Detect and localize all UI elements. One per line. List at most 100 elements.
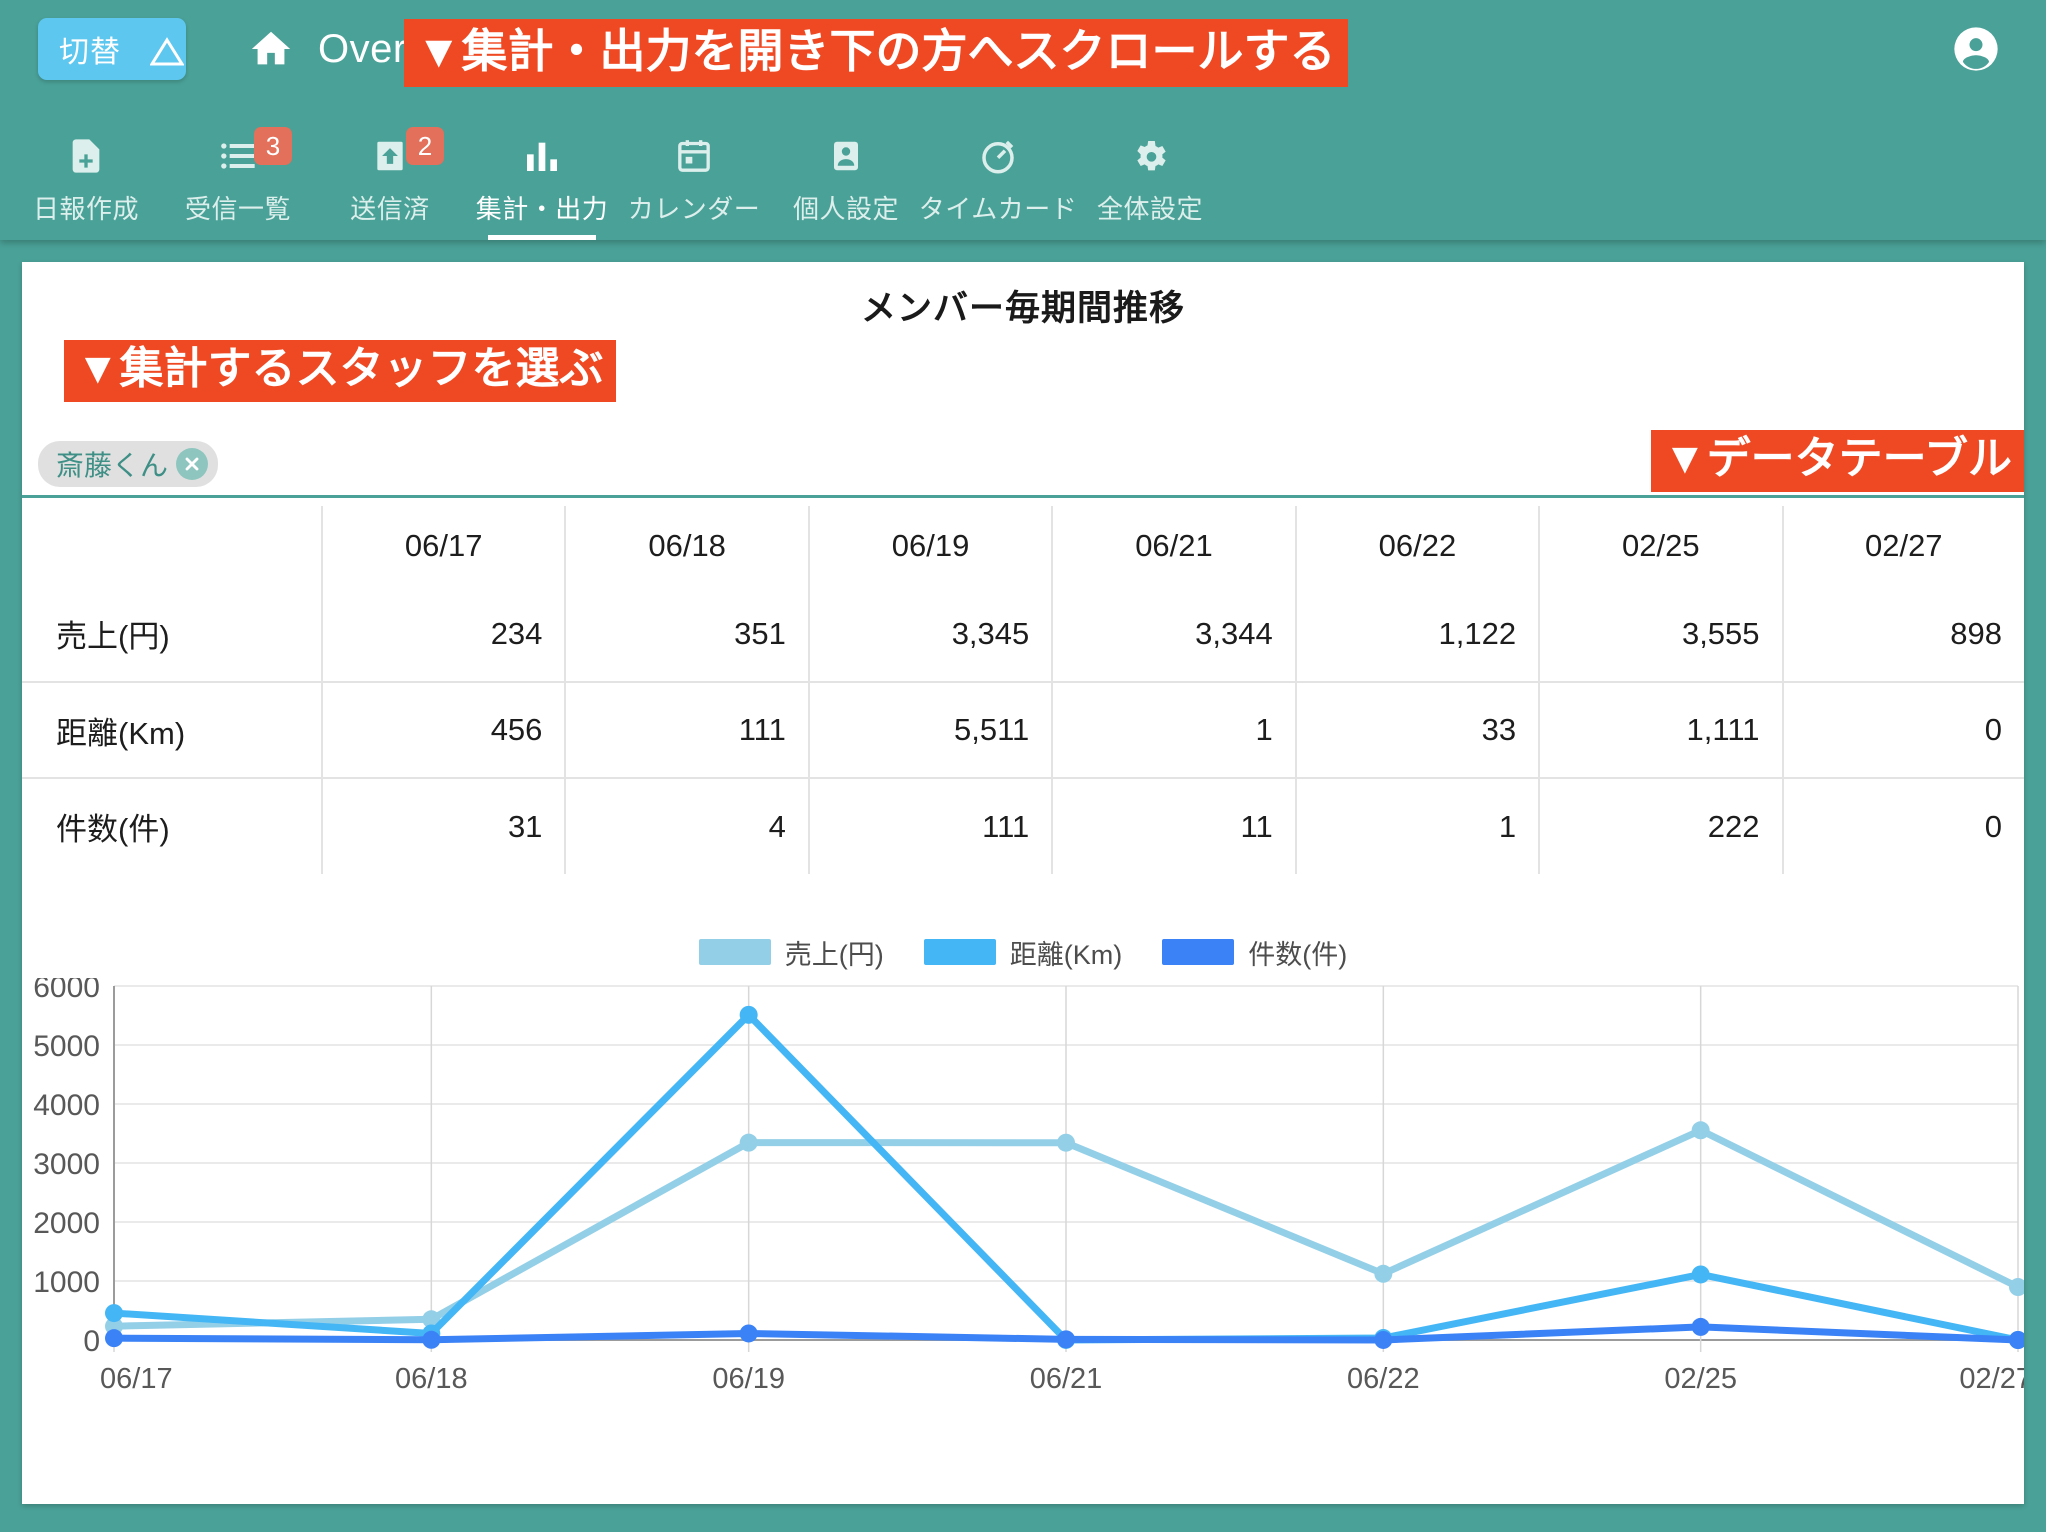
table-cell: 234 xyxy=(320,586,566,683)
table-row-label: 距離(Km) xyxy=(22,682,322,779)
chart-data-point[interactable] xyxy=(105,1304,123,1323)
nav-item-jushin-ichiran[interactable]: 3 受信一覧 xyxy=(162,127,314,240)
chart-data-point[interactable] xyxy=(1374,1330,1393,1349)
nav-badge-count: 3 xyxy=(254,127,292,165)
chart-data-point[interactable] xyxy=(1057,1133,1075,1152)
page-title: メンバー毎期間推移 xyxy=(860,289,1185,328)
legend-swatch xyxy=(923,939,996,965)
close-circle-icon[interactable] xyxy=(176,448,209,480)
legend-label: 件数(件) xyxy=(1248,939,1348,970)
legend-swatch xyxy=(698,939,771,965)
note-add-icon xyxy=(66,133,106,179)
chart-data-point[interactable] xyxy=(422,1330,441,1349)
triangle-up-icon xyxy=(135,36,184,65)
chart-data-point[interactable] xyxy=(1691,1265,1710,1284)
legend-item-sales[interactable]: 売上(円) xyxy=(698,933,884,972)
nav-label: 日報作成 xyxy=(32,194,139,224)
nav-item-zentai-settei[interactable]: 全体設定 xyxy=(1074,133,1226,240)
table-cell: 456 xyxy=(320,682,566,779)
x-axis-tick-label: 06/18 xyxy=(395,1363,468,1394)
chart-plot-area: 0 1000 2000 3000 4000 5000 6000 06/17 06/18 06/19… xyxy=(22,978,2024,1394)
legend-item-count[interactable]: 件数(件) xyxy=(1162,933,1347,972)
table-col-header: 06/21 xyxy=(1051,506,1296,586)
table-cell: 11 xyxy=(1051,778,1296,874)
y-axis-tick-label: 1000 xyxy=(33,1266,100,1299)
table-header-row: 06/17 06/18 06/19 06/21 06/22 02/25 02/2… xyxy=(22,506,2024,586)
nav-item-timecard[interactable]: タイムカード xyxy=(918,133,1078,240)
account-circle-icon[interactable] xyxy=(1950,23,2002,75)
table-row: 距離(Km) 456 111 5,511 1 33 1,111 0 xyxy=(22,682,2024,779)
legend-swatch xyxy=(1162,939,1235,965)
main-nav: 日報作成 3 受信一覧 2 送信済 集計・出力 カレンダー 個人設定 タイムカー… xyxy=(0,98,2046,240)
table-cell: 3,555 xyxy=(1538,586,1783,683)
x-axis-tick-label: 06/22 xyxy=(1347,1363,1420,1394)
staff-chip[interactable]: 斎藤くん xyxy=(38,441,219,487)
calendar-icon xyxy=(674,133,714,179)
table-cell: 1 xyxy=(1294,778,1540,874)
list-icon xyxy=(217,133,259,179)
trend-chart: 売上(円) 距離(Km) 件数(件) 0 1000 2000 3000 4000 5000… xyxy=(22,926,2024,1396)
table-cell: 31 xyxy=(320,778,566,874)
nav-item-nippou-sakusei[interactable]: 日報作成 xyxy=(10,133,162,240)
nav-item-calendar[interactable]: カレンダー xyxy=(618,133,770,240)
app-header: 切替 Overflow ▼集計・出力を開き下の方へスクロールする 日報作成 3 … xyxy=(0,0,2046,240)
chart-data-point[interactable] xyxy=(1691,1317,1710,1336)
chart-data-point[interactable] xyxy=(1374,1264,1393,1283)
toggle-button[interactable]: 切替 xyxy=(38,18,186,80)
table-cell: 1 xyxy=(1051,682,1296,779)
nav-label: 個人設定 xyxy=(792,194,899,224)
chart-data-point[interactable] xyxy=(739,1324,758,1343)
legend-item-distance[interactable]: 距離(Km) xyxy=(923,933,1122,972)
bar-chart-icon xyxy=(522,133,562,179)
table-cell: 1,111 xyxy=(1538,682,1783,779)
table-cell: 4 xyxy=(564,778,809,874)
table-body: 売上(円) 234 351 3,345 3,344 1,122 3,555 89… xyxy=(22,586,2024,874)
callout-scroll-instruction: ▼集計・出力を開き下の方へスクロールする xyxy=(404,19,1348,87)
table-cell: 0 xyxy=(1781,778,2024,874)
upload-icon xyxy=(371,133,409,179)
staff-chip-label: 斎藤くん xyxy=(56,450,169,481)
table-col-header: 06/19 xyxy=(807,506,1053,586)
table-row: 売上(円) 234 351 3,345 3,344 1,122 3,555 89… xyxy=(22,586,2024,683)
y-axis-tick-label: 4000 xyxy=(33,1089,100,1122)
table-cell: 3,345 xyxy=(807,586,1053,683)
x-axis-tick-label: 06/17 xyxy=(100,1363,173,1394)
chart-data-point[interactable] xyxy=(1057,1330,1075,1349)
legend-label: 売上(円) xyxy=(784,939,884,970)
data-table-wrapper: 06/17 06/18 06/19 06/21 06/22 02/25 02/2… xyxy=(22,506,2024,874)
table-col-header: 06/18 xyxy=(564,506,809,586)
chart-data-point[interactable] xyxy=(105,1329,123,1348)
header-top-bar: 切替 Overflow ▼集計・出力を開き下の方へスクロールする xyxy=(0,0,2046,98)
y-axis-tick-label: 5000 xyxy=(33,1030,100,1063)
chart-data-point[interactable] xyxy=(739,1133,758,1152)
x-axis-tick-label: 06/21 xyxy=(1030,1363,1103,1394)
table-row-label: 件数(件) xyxy=(56,812,170,847)
y-axis-tick-label: 3000 xyxy=(33,1148,100,1181)
person-icon xyxy=(828,133,864,179)
nav-label: 集計・出力 xyxy=(475,194,609,224)
nav-item-shukei-shutsuryoku[interactable]: 集計・出力 xyxy=(466,133,618,240)
home-icon[interactable] xyxy=(248,26,294,72)
nav-label: タイムカード xyxy=(918,194,1078,224)
table-corner-cell xyxy=(22,506,322,586)
nav-badge-count: 2 xyxy=(406,127,444,165)
callout-data-table: ▼データテーブル xyxy=(1651,430,2024,492)
data-table: 06/17 06/18 06/19 06/21 06/22 02/25 02/2… xyxy=(22,506,2024,874)
table-cell: 0 xyxy=(1781,682,2024,779)
x-axis-tick-label: 06/19 xyxy=(712,1363,785,1394)
line-chart-svg: 0 1000 2000 3000 4000 5000 6000 06/17 06/18 06/19… xyxy=(33,978,2024,1394)
table-col-header: 02/27 xyxy=(1781,506,2024,586)
table-cell: 111 xyxy=(807,778,1053,874)
chart-data-point[interactable] xyxy=(739,1005,758,1024)
nav-item-kojin-settei[interactable]: 個人設定 xyxy=(770,133,922,240)
timer-icon xyxy=(977,133,1019,179)
chart-data-point[interactable] xyxy=(2009,1331,2024,1349)
nav-label: 受信一覧 xyxy=(184,194,291,224)
nav-item-soushinzumi[interactable]: 2 送信済 xyxy=(314,127,466,240)
y-axis-tick-label: 0 xyxy=(83,1325,100,1358)
gear-icon xyxy=(1130,133,1170,179)
chart-data-point[interactable] xyxy=(1691,1121,1710,1140)
y-axis-tick-label: 2000 xyxy=(33,1207,100,1240)
nav-label: 全体設定 xyxy=(1096,194,1203,224)
table-cell: 222 xyxy=(1538,778,1783,874)
